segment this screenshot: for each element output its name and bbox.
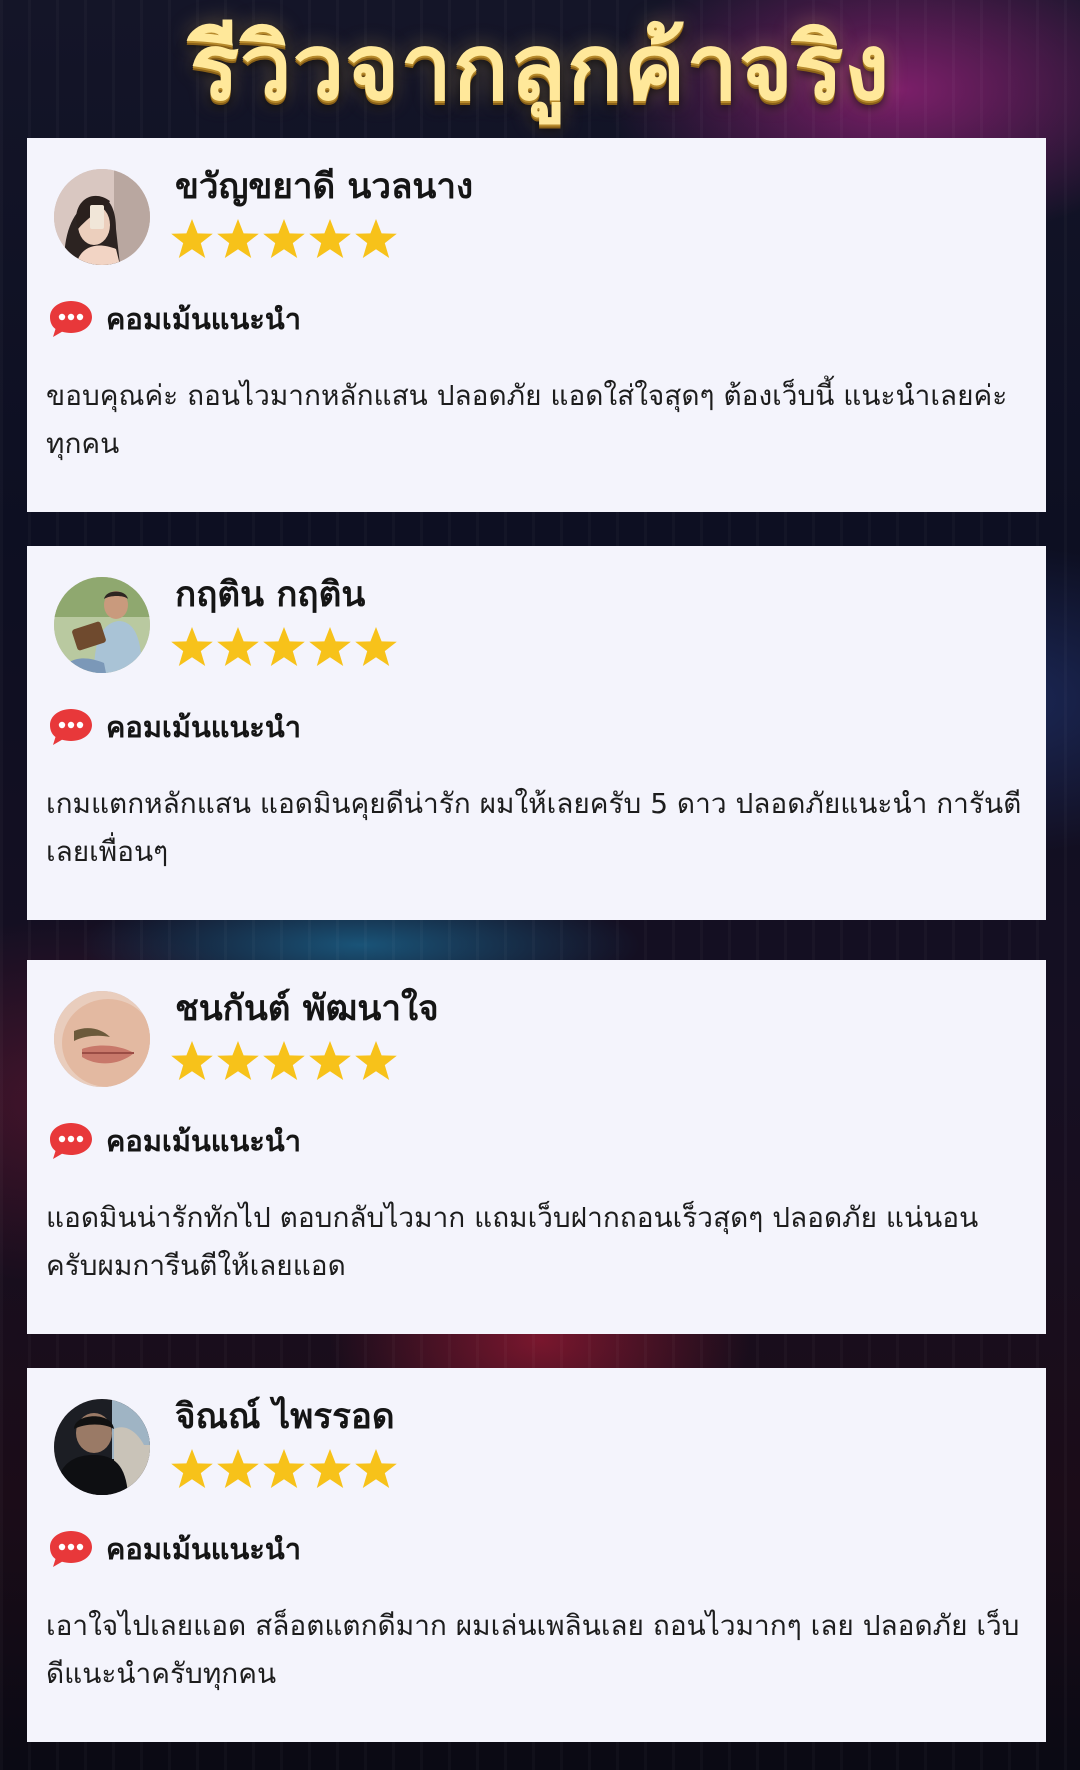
- star-rating: [169, 216, 399, 262]
- star-icon: [263, 219, 305, 258]
- review-text: ขอบคุณค่ะ ถอนไวมากหลักแสน ปลอดภัย แอดใส่…: [46, 379, 1008, 460]
- comment-label: คอมเม้นแนะนำ: [106, 302, 301, 336]
- comment-label: คอมเม้นแนะนำ: [106, 1532, 301, 1566]
- review-card: กฤติน กฤติน คอมเม้นแนะนำ เกมแตกหลักแสน แ…: [27, 546, 1046, 920]
- star-rating: [169, 1446, 399, 1492]
- review-card: จิณณ์ ไพรรอด คอมเม้นแนะนำ เอาใจไปเลยแอด …: [27, 1368, 1046, 1742]
- star-icon: [355, 627, 397, 666]
- star-icon: [263, 1449, 305, 1488]
- avatar: [54, 577, 150, 673]
- star-icon: [171, 627, 213, 666]
- reviewer-name: ขวัญขยาดี นวลนาง: [175, 167, 474, 207]
- star-icon: [263, 627, 305, 666]
- review-card: ชนกันต์ พัฒนาใจ คอมเม้นแนะนำ แอดมินน่ารั…: [27, 960, 1046, 1334]
- review-text: เอาใจไปเลยแอด สล็อตแตกดีมาก ผมเล่นเพลินเ…: [46, 1609, 1020, 1690]
- star-icon: [171, 1449, 213, 1488]
- chat-bubble-icon: [50, 709, 92, 745]
- star-icon: [309, 627, 351, 666]
- star-icon: [217, 1041, 259, 1080]
- star-icon: [309, 219, 351, 258]
- comment-label: คอมเม้นแนะนำ: [106, 710, 301, 744]
- star-icon: [171, 1041, 213, 1080]
- comment-header: คอมเม้นแนะนำ: [48, 296, 301, 342]
- star-icon: [217, 1449, 259, 1488]
- comment-header: คอมเม้นแนะนำ: [48, 704, 301, 750]
- star-icon: [171, 219, 213, 258]
- review-text: แอดมินน่ารักทักไป ตอบกลับไวมาก แถมเว็บฝา…: [46, 1201, 979, 1282]
- review-text: เกมแตกหลักแสน แอดมินคุยดีน่ารัก ผมให้เลย…: [46, 787, 1022, 868]
- chat-bubble-icon: [50, 1123, 92, 1159]
- avatar: [54, 991, 150, 1087]
- star-icon: [217, 627, 259, 666]
- star-icon: [309, 1041, 351, 1080]
- star-icon: [263, 1041, 305, 1080]
- star-rating: [169, 624, 399, 670]
- reviewer-name: กฤติน กฤติน: [175, 575, 366, 615]
- avatar: [54, 1399, 150, 1495]
- chat-bubble-icon: [50, 301, 92, 337]
- avatar: [54, 169, 150, 265]
- comment-header: คอมเม้นแนะนำ: [48, 1526, 301, 1572]
- star-icon: [217, 219, 259, 258]
- page-title: รีวิวจากลูกค้าจริง: [189, 14, 891, 121]
- star-rating: [169, 1038, 399, 1084]
- star-icon: [355, 219, 397, 258]
- review-card: ขวัญขยาดี นวลนาง คอมเม้นแนะนำ ขอบคุณค่ะ …: [27, 138, 1046, 512]
- star-icon: [309, 1449, 351, 1488]
- comment-label: คอมเม้นแนะนำ: [106, 1124, 301, 1158]
- star-icon: [355, 1449, 397, 1488]
- comment-header: คอมเม้นแนะนำ: [48, 1118, 301, 1164]
- reviewer-name: ชนกันต์ พัฒนาใจ: [175, 989, 439, 1029]
- reviewer-name: จิณณ์ ไพรรอด: [175, 1397, 395, 1437]
- star-icon: [355, 1041, 397, 1080]
- chat-bubble-icon: [50, 1531, 92, 1567]
